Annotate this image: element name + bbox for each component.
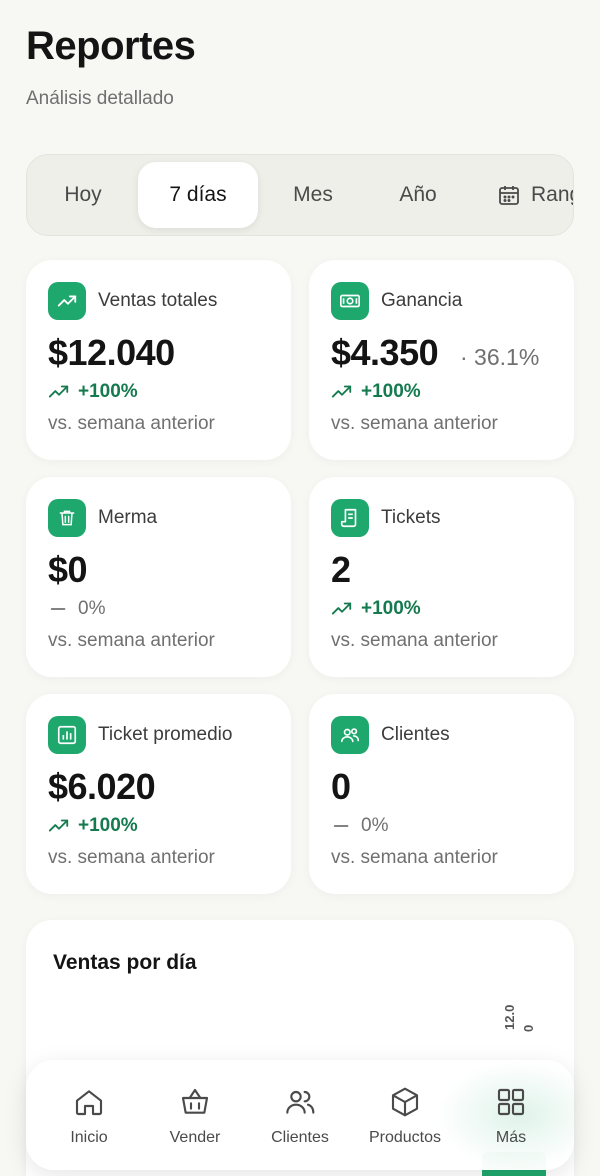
tab-label: Hoy — [64, 183, 102, 206]
stat-value: 2 — [331, 549, 351, 590]
stat-change-value: +100% — [361, 598, 421, 619]
stat-value: $12.040 — [48, 332, 175, 373]
home-icon — [73, 1083, 105, 1121]
trash-icon — [48, 499, 86, 537]
tab-label: 7 días — [169, 183, 227, 206]
stat-value: 0 — [331, 766, 351, 807]
users-icon — [331, 716, 369, 754]
bottom-navigation: Inicio Vender Clientes Productos Más — [26, 1060, 574, 1170]
nav-label: Clientes — [271, 1129, 329, 1146]
minus-icon — [48, 601, 70, 617]
stat-label: Ganancia — [381, 290, 463, 311]
stat-change: +100% — [48, 381, 138, 403]
nav-mas[interactable]: Más — [456, 1060, 566, 1170]
stat-label: Ventas totales — [98, 290, 218, 311]
chart-title: Ventas por día — [53, 951, 197, 974]
stat-card-clientes[interactable]: Clientes 0 0% vs. semana anterior — [309, 694, 574, 894]
stat-change: +100% — [331, 598, 421, 620]
trending-up-icon — [48, 282, 86, 320]
bar-value-label: 0 — [521, 1024, 536, 1032]
tab-label: Rango — [531, 183, 573, 206]
stat-card-ventas-totales[interactable]: Ventas totales $12.040 +100% vs. semana … — [26, 260, 291, 460]
stat-card-ganancia[interactable]: Ganancia $4.350 · 36.1% +100% vs. semana… — [309, 260, 574, 460]
stat-note: vs. semana anterior — [331, 847, 498, 868]
margin-percent: · 36.1% — [460, 344, 540, 370]
trend-up-icon — [48, 384, 70, 400]
stat-change-value: +100% — [78, 815, 138, 836]
nav-label: Más — [495, 1129, 527, 1146]
bar-value-label: 12.0 — [502, 1004, 517, 1030]
period-selector: Hoy 7 días Mes Año Rango — [26, 154, 574, 236]
stat-note: vs. semana anterior — [331, 630, 498, 651]
tab-hoy[interactable]: Hoy — [39, 162, 127, 228]
trend-up-icon — [48, 818, 70, 834]
trend-up-icon — [331, 601, 353, 617]
nav-vender[interactable]: Vender — [140, 1060, 250, 1170]
stat-change: +100% — [331, 381, 421, 403]
nav-label: Inicio — [70, 1129, 108, 1146]
stat-change: 0% — [331, 815, 388, 837]
page-subtitle: Análisis detallado — [26, 88, 174, 109]
page-title: Reportes — [26, 24, 196, 68]
banknote-icon — [331, 282, 369, 320]
tab-label: Año — [399, 183, 437, 206]
stat-note: vs. semana anterior — [331, 413, 498, 434]
nav-label: Productos — [368, 1129, 442, 1146]
users-icon — [283, 1083, 317, 1121]
tab-label: Mes — [293, 183, 333, 206]
stat-note: vs. semana anterior — [48, 413, 215, 434]
stat-value: $0 — [48, 549, 88, 590]
nav-clientes[interactable]: Clientes — [245, 1060, 355, 1170]
stat-change-value: +100% — [361, 381, 421, 402]
bar-chart-icon — [48, 716, 86, 754]
box-icon — [389, 1083, 421, 1121]
trend-up-icon — [331, 384, 353, 400]
stat-change-value: 0% — [361, 815, 389, 836]
tab-rango[interactable]: Rango — [497, 162, 573, 228]
stat-card-tickets[interactable]: Tickets 2 +100% vs. semana anterior — [309, 477, 574, 677]
stat-change: +100% — [48, 815, 138, 837]
stat-label: Tickets — [381, 507, 441, 528]
nav-productos[interactable]: Productos — [350, 1060, 460, 1170]
calendar-icon — [497, 183, 521, 207]
stat-label: Clientes — [381, 724, 450, 745]
basket-icon — [179, 1083, 211, 1121]
stat-change-value: 0% — [78, 598, 106, 619]
stat-change-value: +100% — [78, 381, 138, 402]
receipt-icon — [331, 499, 369, 537]
nav-inicio[interactable]: Inicio — [34, 1060, 144, 1170]
stat-label: Ticket promedio — [98, 724, 233, 745]
stat-change: 0% — [48, 598, 105, 620]
minus-icon — [331, 818, 353, 834]
stat-label: Merma — [98, 507, 158, 528]
tab-mes[interactable]: Mes — [271, 162, 355, 228]
stat-note: vs. semana anterior — [48, 847, 215, 868]
stat-card-merma[interactable]: Merma $0 0% vs. semana anterior — [26, 477, 291, 677]
stat-card-ticket-promedio[interactable]: Ticket promedio $6.020 +100% vs. semana … — [26, 694, 291, 894]
stat-value: $6.020 — [48, 766, 156, 807]
nav-label: Vender — [169, 1129, 221, 1146]
grid-icon — [495, 1083, 527, 1121]
stat-note: vs. semana anterior — [48, 630, 215, 651]
stat-value: $4.350 — [331, 332, 439, 373]
tab-ano[interactable]: Año — [377, 162, 459, 228]
tab-7-dias[interactable]: 7 días — [138, 162, 258, 228]
